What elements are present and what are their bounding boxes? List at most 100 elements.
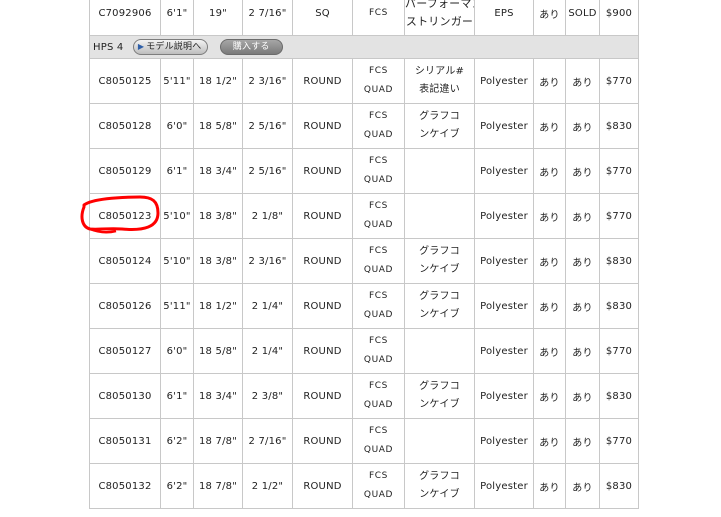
cell-price: $770 bbox=[599, 58, 639, 104]
cell-width: 18 1/2" bbox=[193, 283, 243, 329]
cell-length: 5'11" bbox=[160, 58, 194, 104]
cell-avail-link[interactable]: あり bbox=[533, 283, 566, 329]
cell-code: C8050124 bbox=[89, 238, 161, 284]
cell-tail: ROUND bbox=[292, 328, 353, 374]
cell-avail-link[interactable]: あり bbox=[533, 58, 566, 104]
cell-thickness: 2 7/16" bbox=[242, 0, 293, 36]
cell-note: シリアル# 表記違い bbox=[404, 58, 475, 104]
play-triangle-icon: ▶ bbox=[137, 42, 145, 51]
cell-avail-link[interactable]: あり bbox=[533, 103, 566, 149]
fin-system: FCS bbox=[369, 336, 388, 346]
cell-width: 18 1/2" bbox=[193, 58, 243, 104]
cell-width: 18 5/8" bbox=[193, 103, 243, 149]
cell-avail-link[interactable]: あり bbox=[533, 193, 566, 239]
fin-system: FCS bbox=[369, 156, 388, 166]
cell-price: $770 bbox=[599, 328, 639, 374]
note-line-1: パーフォーマンス bbox=[405, 0, 474, 10]
cell-width: 18 7/8" bbox=[193, 418, 243, 464]
cell-fin: FCS QUAD bbox=[352, 58, 405, 104]
table-row: C8050129 6'1" 18 3/4" 2 5/16" ROUND FCS Q… bbox=[89, 148, 639, 194]
cell-width: 18 5/8" bbox=[193, 328, 243, 374]
cell-tail: ROUND bbox=[292, 238, 353, 284]
cell-price: $770 bbox=[599, 418, 639, 464]
cell-price: $830 bbox=[599, 238, 639, 284]
section-header: HPS 4 ▶ モデル説明へ 購入する bbox=[89, 35, 639, 59]
cell-width: 19" bbox=[193, 0, 243, 36]
cell-length: 5'10" bbox=[160, 193, 194, 239]
table-row: C8050124 5'10" 18 3/8" 2 3/16" ROUND FCS… bbox=[89, 238, 639, 284]
cell-length: 6'1" bbox=[160, 0, 194, 36]
note-line-1: グラフコ bbox=[419, 381, 460, 392]
cell-thickness: 2 3/16" bbox=[242, 238, 293, 284]
cell-length: 6'2" bbox=[160, 418, 194, 464]
cell-avail-link[interactable]: あり bbox=[533, 238, 566, 284]
cell-fin: FCS QUAD bbox=[352, 238, 405, 284]
cell-avail-link[interactable]: あり bbox=[533, 328, 566, 374]
cell-avail-link[interactable]: あり bbox=[533, 148, 566, 194]
cell-fin: FCS QUAD bbox=[352, 418, 405, 464]
cell-code: C8050123 bbox=[89, 193, 161, 239]
cell-thickness: 2 1/8" bbox=[242, 193, 293, 239]
fin-system: FCS bbox=[369, 381, 388, 391]
cell-material: Polyester bbox=[474, 328, 534, 374]
cell-fin: FCS QUAD bbox=[352, 283, 405, 329]
cell-thickness: 2 1/2" bbox=[242, 463, 293, 509]
cell-length: 6'1" bbox=[160, 373, 194, 419]
cell-price: $830 bbox=[599, 103, 639, 149]
cell-fin: FCS QUAD bbox=[352, 463, 405, 509]
cell-avail-link[interactable]: あり bbox=[533, 463, 566, 509]
cell-tail: ROUND bbox=[292, 283, 353, 329]
stock-table: C7092906 6'1" 19" 2 7/16" SQ FCS パーフォーマン… bbox=[89, 0, 639, 509]
cell-note: グラフコ ンケイブ bbox=[404, 283, 475, 329]
note-line-1: グラフコ bbox=[419, 246, 460, 257]
cell-code: C8050126 bbox=[89, 283, 161, 329]
cell-avail: あり bbox=[565, 283, 600, 329]
cell-tail: SQ bbox=[292, 0, 353, 36]
fin-setup: QUAD bbox=[363, 85, 394, 95]
model-description-button[interactable]: ▶ モデル説明へ bbox=[132, 39, 209, 55]
cell-material: Polyester bbox=[474, 418, 534, 464]
cell-thickness: 2 3/16" bbox=[242, 58, 293, 104]
cell-note: パーフォーマンス ストリンガー bbox=[404, 0, 475, 36]
note-line-2: ンケイブ bbox=[419, 309, 460, 320]
cell-avail-link[interactable]: あり bbox=[533, 0, 566, 36]
cell-material: Polyester bbox=[474, 148, 534, 194]
cell-price: $900 bbox=[599, 0, 639, 36]
cell-note: グラフコ ンケイブ bbox=[404, 373, 475, 419]
table-row: C8050127 6'0" 18 5/8" 2 1/4" ROUND FCS QU… bbox=[89, 328, 639, 374]
table-row: C8050131 6'2" 18 7/8" 2 7/16" ROUND FCS Q… bbox=[89, 418, 639, 464]
table-row: C8050130 6'1" 18 3/4" 2 3/8" ROUND FCS QU… bbox=[89, 373, 639, 419]
cell-avail: あり bbox=[565, 328, 600, 374]
buy-button[interactable]: 購入する bbox=[219, 39, 283, 55]
cell-avail-link[interactable]: あり bbox=[533, 373, 566, 419]
cell-tail: ROUND bbox=[292, 373, 353, 419]
fin-system: FCS bbox=[369, 111, 388, 121]
cell-tail: ROUND bbox=[292, 103, 353, 149]
cell-fin: FCS QUAD bbox=[352, 328, 405, 374]
section-label: HPS 4 bbox=[93, 41, 124, 53]
cell-tail: ROUND bbox=[292, 463, 353, 509]
cell-thickness: 2 3/8" bbox=[242, 373, 293, 419]
cell-length: 5'10" bbox=[160, 238, 194, 284]
cell-material: Polyester bbox=[474, 463, 534, 509]
cell-avail: あり bbox=[565, 193, 600, 239]
cell-length: 6'1" bbox=[160, 148, 194, 194]
fin-setup: QUAD bbox=[363, 130, 394, 140]
table-row: C8050132 6'2" 18 7/8" 2 1/2" ROUND FCS QU… bbox=[89, 463, 639, 509]
cell-material: Polyester bbox=[474, 193, 534, 239]
cell-avail-link[interactable]: あり bbox=[533, 418, 566, 464]
cell-width: 18 3/4" bbox=[193, 148, 243, 194]
note-line-2: 表記違い bbox=[419, 84, 460, 95]
cell-thickness: 2 5/16" bbox=[242, 148, 293, 194]
fin-setup: QUAD bbox=[363, 445, 394, 455]
cell-fin: FCS bbox=[352, 0, 405, 36]
cell-thickness: 2 5/16" bbox=[242, 103, 293, 149]
cell-code: C8050131 bbox=[89, 418, 161, 464]
note-line-1: シリアル# bbox=[414, 66, 465, 77]
cell-code: C8050127 bbox=[89, 328, 161, 374]
cell-note: グラフコ ンケイブ bbox=[404, 463, 475, 509]
fin-setup: QUAD bbox=[363, 310, 394, 320]
table-row: C8050126 5'11" 18 1/2" 2 1/4" ROUND FCS Q… bbox=[89, 283, 639, 329]
cell-price: $770 bbox=[599, 148, 639, 194]
cell-width: 18 3/4" bbox=[193, 373, 243, 419]
